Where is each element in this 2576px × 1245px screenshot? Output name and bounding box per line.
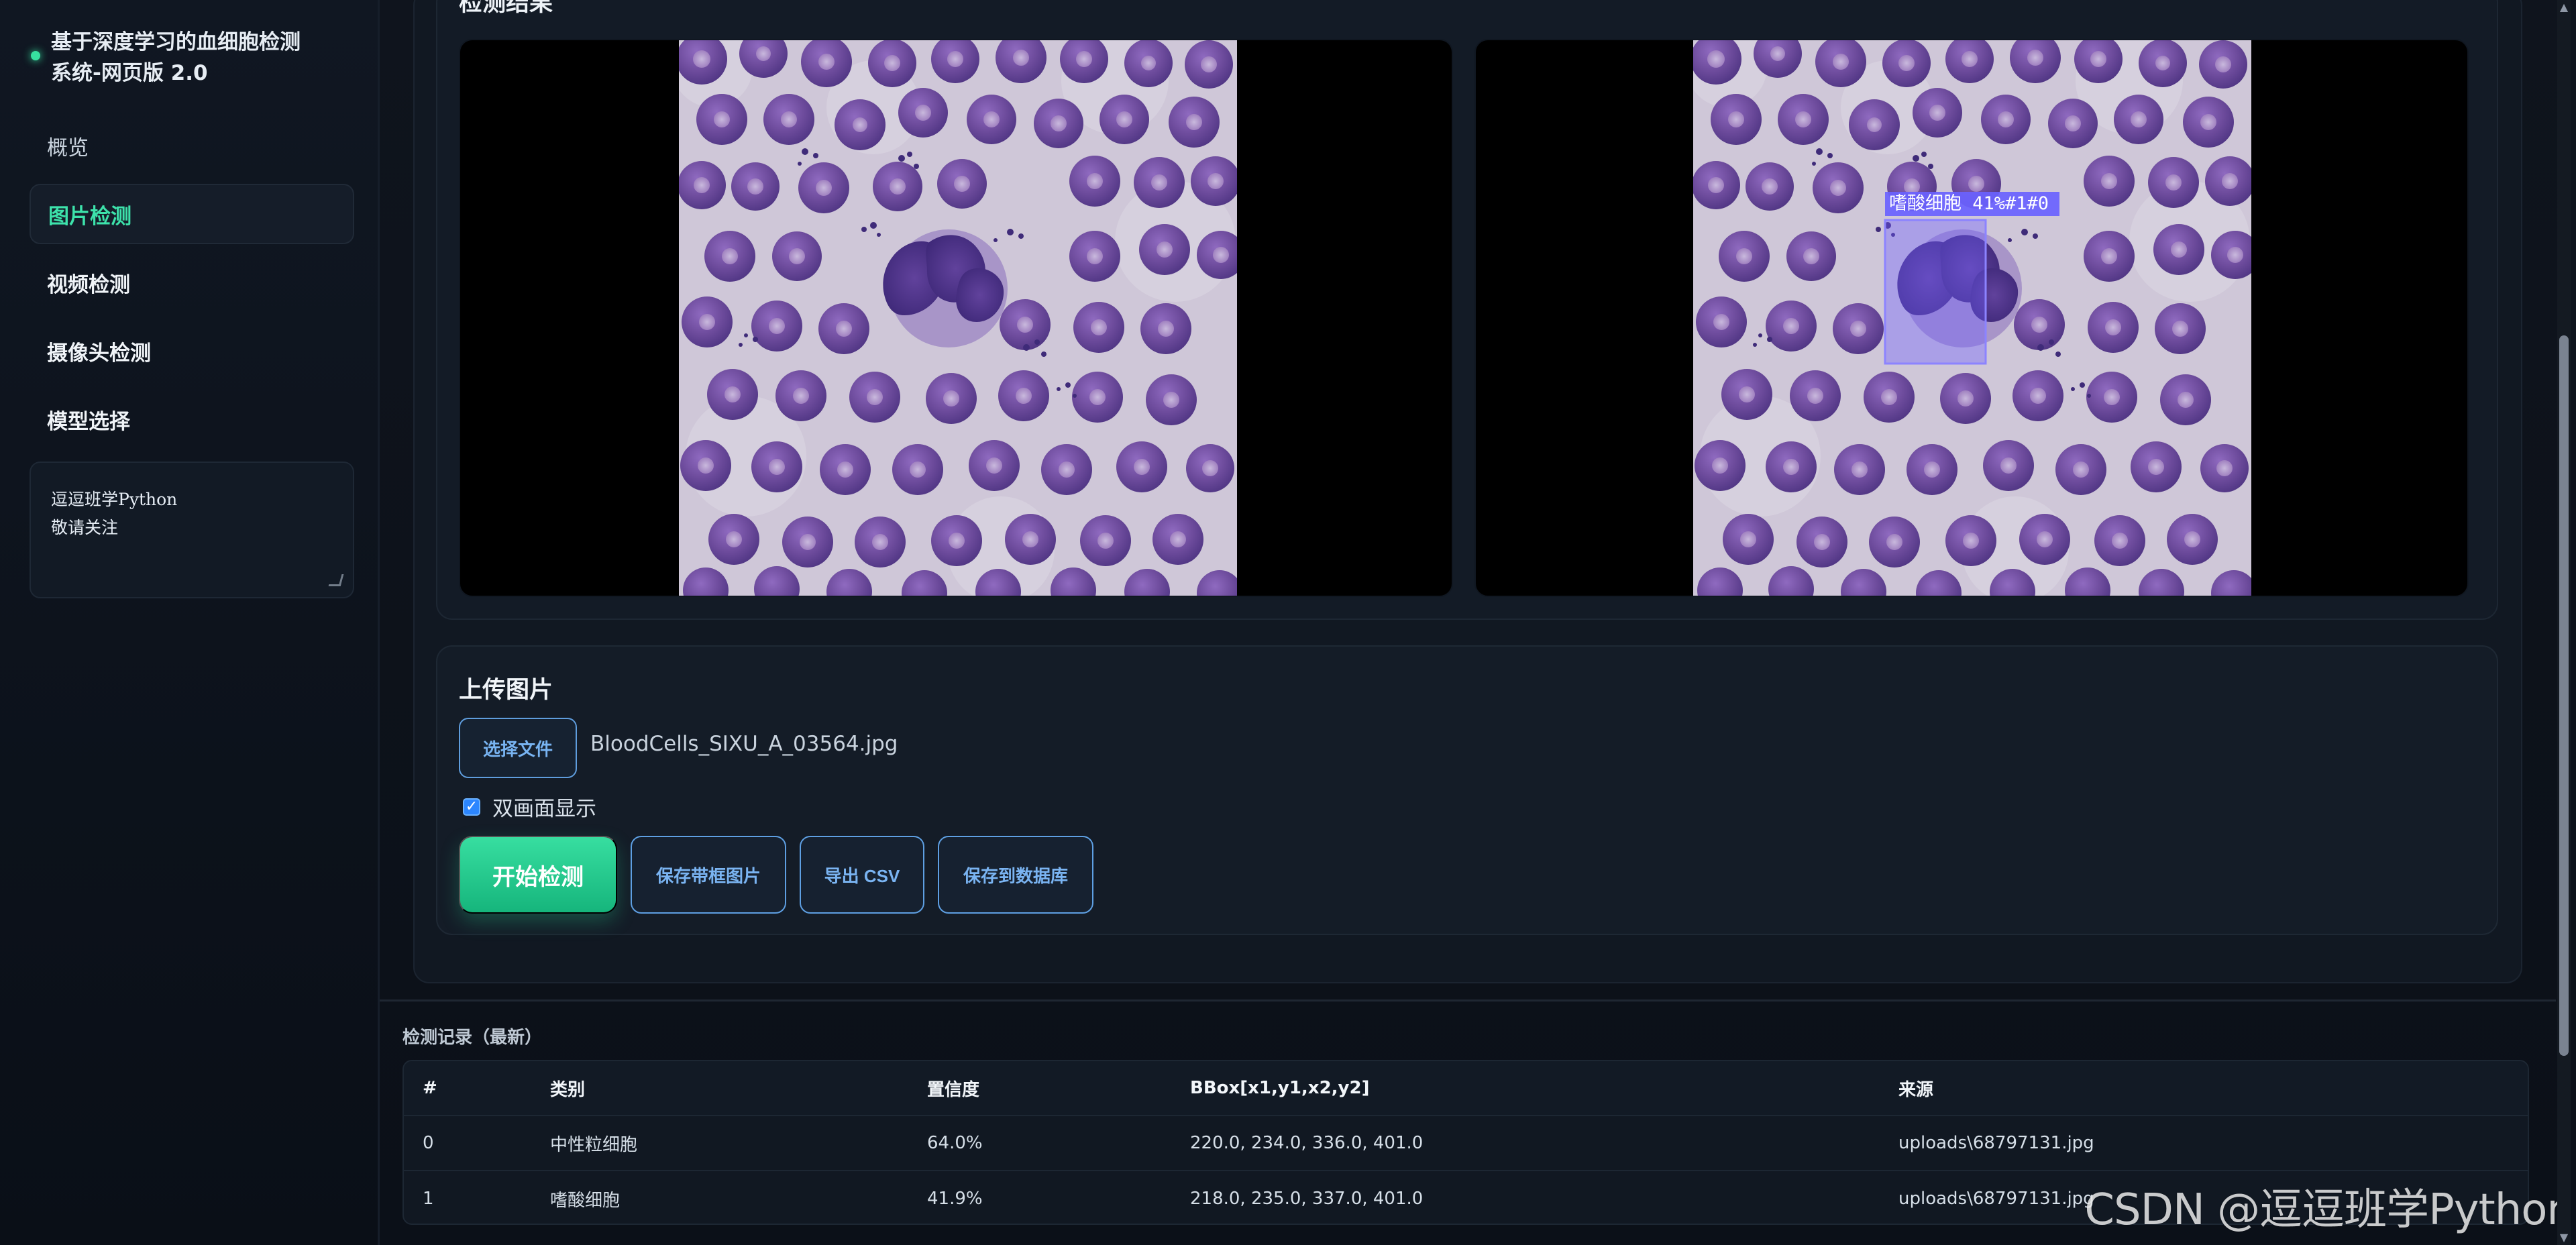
blood-smear-svg — [679, 40, 1237, 596]
sidebar-item-label: 概览 — [47, 136, 89, 160]
resize-handle-icon[interactable] — [328, 574, 344, 586]
selected-file-name: BloodCells_SIXU_A_03564.jpg — [590, 732, 898, 756]
table-cell: 64.0% — [908, 1116, 1171, 1171]
sidebar-nav: 概览 图片检测 视频检测 摄像头检测 模型选择 — [30, 115, 354, 457]
section-divider — [380, 999, 2556, 1002]
result-image-viewer: 嗜酸细胞 41%#1#0 — [1474, 39, 2469, 597]
table-header: 置信度 — [908, 1061, 1171, 1116]
main-content: 检测结果 嗜酸细胞 41%#1#0 上传图片 选择文件 BloodCells_S… — [380, 0, 2556, 1245]
sidebar-item-label: 摄像头检测 — [47, 341, 151, 366]
records-table-grid: # 类别 置信度 BBox[x1,y1,x2,y2] 来源 0 中性粒细胞 64… — [404, 1061, 2528, 1224]
vertical-scrollbar[interactable]: ▲ ▼ — [2557, 0, 2571, 1245]
chevron-down-icon[interactable]: ▼ — [2559, 1232, 2569, 1243]
status-dot-icon — [31, 51, 40, 60]
sidebar-item-label: 图片检测 — [48, 204, 131, 229]
save-to-database-button[interactable]: 保存到数据库 — [938, 836, 1093, 914]
records-table: # 类别 置信度 BBox[x1,y1,x2,y2] 来源 0 中性粒细胞 64… — [402, 1060, 2529, 1225]
sidebar-item-model-selection[interactable]: 模型选择 — [30, 389, 354, 449]
table-header: BBox[x1,y1,x2,y2] — [1171, 1061, 1880, 1116]
table-header: 类别 — [531, 1061, 908, 1116]
save-boxed-image-button[interactable]: 保存带框图片 — [631, 836, 786, 914]
table-header: # — [404, 1061, 531, 1116]
table-cell: 218.0, 235.0, 337.0, 401.0 — [1190, 1189, 1424, 1209]
start-detection-button[interactable]: 开始检测 — [459, 836, 617, 914]
table-cell: 0 — [404, 1116, 531, 1171]
note-textarea[interactable]: 逗逗班学Python 敬请关注 — [30, 462, 354, 598]
original-image-viewer — [459, 39, 1453, 597]
dual-view-checkbox-row[interactable]: ✓ 双画面显示 — [463, 792, 596, 822]
original-blood-smear-image — [679, 40, 1237, 596]
table-cell: 中性粒细胞 — [531, 1116, 908, 1171]
table-cell: 220.0, 234.0, 336.0, 401.0 — [1171, 1116, 1880, 1171]
annotated-blood-smear-image: 嗜酸细胞 41%#1#0 — [1693, 40, 2251, 596]
table-cell: uploads\68797131.jpg — [1880, 1116, 2528, 1171]
chevron-up-icon[interactable]: ▲ — [2559, 2, 2569, 13]
brand: 基于深度学习的血细胞检测 系统-网页版 2.0 — [31, 27, 346, 89]
sidebar-item-overview[interactable]: 概览 — [30, 115, 354, 176]
sidebar-item-image-detection[interactable]: 图片检测 — [30, 184, 354, 244]
sidebar-item-label: 视频检测 — [47, 272, 130, 297]
records-title: 检测记录（最新） — [402, 1028, 543, 1048]
note-line: 逗逗班学Python — [51, 490, 178, 509]
choose-file-button[interactable]: 选择文件 — [459, 718, 577, 778]
table-header: 来源 — [1880, 1061, 2528, 1116]
table-cell: 41.9% — [927, 1189, 983, 1209]
action-buttons: 开始检测 保存带框图片 导出 CSV 保存到数据库 — [459, 836, 1093, 914]
sidebar-item-video-detection[interactable]: 视频检测 — [30, 252, 354, 313]
export-csv-button[interactable]: 导出 CSV — [800, 836, 924, 914]
app-title: 基于深度学习的血细胞检测 系统-网页版 2.0 — [51, 30, 301, 85]
sidebar: 基于深度学习的血细胞检测 系统-网页版 2.0 概览 图片检测 视频检测 摄像头… — [0, 0, 380, 1245]
table-cell: 嗜酸细胞 — [550, 1190, 621, 1211]
upload-title: 上传图片 — [459, 677, 553, 704]
table-cell: uploads\68797131.jpg — [1898, 1189, 2094, 1209]
table-cell: 1 — [423, 1189, 434, 1209]
result-title: 检测结果 — [459, 0, 553, 17]
detection-label: 嗜酸细胞 41%#1#0 — [1889, 193, 2049, 214]
note-line: 敬请关注 — [51, 518, 119, 537]
sidebar-item-label: 模型选择 — [47, 409, 130, 434]
scrollbar-thumb[interactable] — [2559, 335, 2569, 1056]
sidebar-item-camera-detection[interactable]: 摄像头检测 — [30, 321, 354, 381]
dual-view-label: 双画面显示 — [492, 797, 596, 821]
app-shell: 基于深度学习的血细胞检测 系统-网页版 2.0 概览 图片检测 视频检测 摄像头… — [0, 0, 2576, 1245]
annotated-blood-smear-svg: 嗜酸细胞 41%#1#0 — [1693, 40, 2251, 596]
checkbox-icon[interactable]: ✓ — [463, 798, 480, 816]
detection-bounding-box — [1884, 219, 1987, 365]
